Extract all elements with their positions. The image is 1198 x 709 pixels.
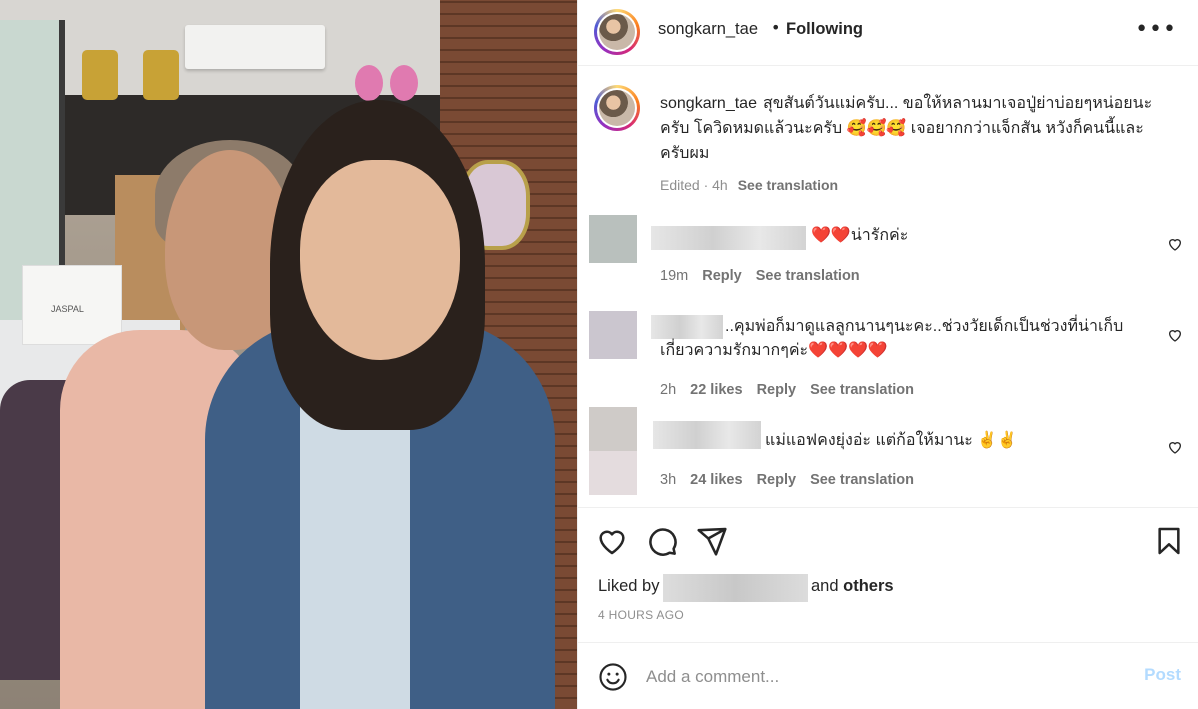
post-photo[interactable]: JASPAL [0, 0, 577, 709]
commenter-avatar[interactable] [589, 311, 637, 359]
comment-text: ❤️❤️น่ารักค่ะ [811, 227, 909, 244]
caption-meta: Edited · 4h See translation [660, 177, 838, 193]
comment-see-translation[interactable]: See translation [810, 382, 914, 398]
post-header: songkarn_tae • Following ••• [578, 0, 1198, 66]
post-comment-button[interactable]: Post [1144, 665, 1181, 685]
comment-time: 2h [660, 382, 677, 398]
comment-text: แม่แอฟคงยุ่งอ่ะ แต่ก้อให้มานะ ✌️✌️ [765, 432, 1018, 449]
following-button[interactable]: Following [786, 20, 863, 39]
comment-item: ..คุมพ่อก็มาดูแลลูกนานๆนะคะ..ช่วงวัยเด็ก… [578, 307, 1198, 407]
liked-by-label: Liked by [598, 577, 660, 595]
comment-reply-button[interactable]: Reply [757, 472, 797, 488]
comment-input[interactable] [646, 663, 1116, 691]
comment-like-icon[interactable] [1167, 439, 1183, 455]
photo-statue-right [143, 50, 179, 100]
heart-icon[interactable] [596, 525, 628, 557]
caption-see-translation[interactable]: See translation [738, 177, 838, 193]
comment-like-icon[interactable] [1167, 327, 1183, 343]
post-side-panel: songkarn_tae • Following ••• songkarn_ta… [577, 0, 1198, 709]
liker-name-redacted[interactable] [663, 574, 808, 602]
photo-shopping-bag: JASPAL [22, 265, 122, 345]
comment-item: ❤️❤️น่ารักค่ะ 19m Reply See translation [578, 210, 1198, 292]
comment-text: ..คุมพ่อก็มาดูแลลูกนานๆนะคะ..ช่วงวัยเด็ก… [660, 318, 1124, 359]
author-username[interactable]: songkarn_tae [658, 20, 758, 39]
commenter-avatar[interactable] [589, 407, 637, 495]
add-comment-bar: Post [578, 642, 1198, 709]
comment-reply-button[interactable]: Reply [757, 382, 797, 398]
photo-vase-right [390, 65, 418, 101]
photo-statue-left [82, 50, 118, 100]
comment-see-translation[interactable]: See translation [756, 268, 860, 284]
caption-text: songkarn_tae สุขสันต์วันแม่ครับ... ขอให้ห… [660, 91, 1160, 166]
caption-avatar[interactable] [594, 85, 640, 131]
liked-and: and [811, 577, 839, 595]
commenter-avatar[interactable] [589, 215, 637, 263]
photo-aircon [185, 25, 325, 69]
liked-others-link[interactable]: others [843, 577, 893, 595]
share-icon[interactable] [696, 525, 728, 557]
comments-list[interactable]: songkarn_tae สุขสันต์วันแม่ครับ... ขอให้ห… [578, 67, 1198, 508]
caption-username[interactable]: songkarn_tae [660, 95, 757, 112]
comment-likes[interactable]: 24 likes [690, 472, 742, 488]
photo-bag-text: JASPAL [51, 304, 84, 314]
comment-like-icon[interactable] [1167, 236, 1183, 252]
comment-time: 19m [660, 268, 689, 284]
caption-edited: Edited · 4h [660, 177, 728, 193]
photo-girl-face [300, 160, 460, 360]
comment-time: 3h [660, 472, 677, 488]
photo-vase-left [355, 65, 383, 101]
comment-likes[interactable]: 22 likes [690, 382, 742, 398]
author-avatar[interactable] [594, 9, 640, 55]
separator-dot: • [771, 18, 781, 37]
comment-item: แม่แอฟคงยุ่งอ่ะ แต่ก้อให้มานะ ✌️✌️ 3h 24 … [578, 407, 1198, 507]
comment-icon[interactable] [646, 525, 678, 557]
commenter-name-redacted[interactable] [653, 421, 761, 449]
commenter-name-redacted[interactable] [651, 226, 806, 250]
comment-reply-button[interactable]: Reply [702, 268, 742, 284]
comment-meta: 19m Reply See translation [660, 268, 874, 284]
post-timestamp[interactable]: 4 HOURS AGO [598, 608, 684, 622]
liked-by-others[interactable]: and others [811, 577, 894, 596]
more-horizontal-icon[interactable]: ••• [1135, 19, 1177, 41]
comment-meta: 3h 24 likes Reply See translation [660, 472, 928, 488]
post-caption: songkarn_tae สุขสันต์วันแม่ครับ... ขอให้ห… [578, 67, 1198, 202]
comment-see-translation[interactable]: See translation [810, 472, 914, 488]
smile-icon[interactable] [598, 662, 628, 692]
comment-meta: 2h 22 likes Reply See translation [660, 382, 928, 398]
bookmark-icon[interactable] [1153, 525, 1185, 557]
